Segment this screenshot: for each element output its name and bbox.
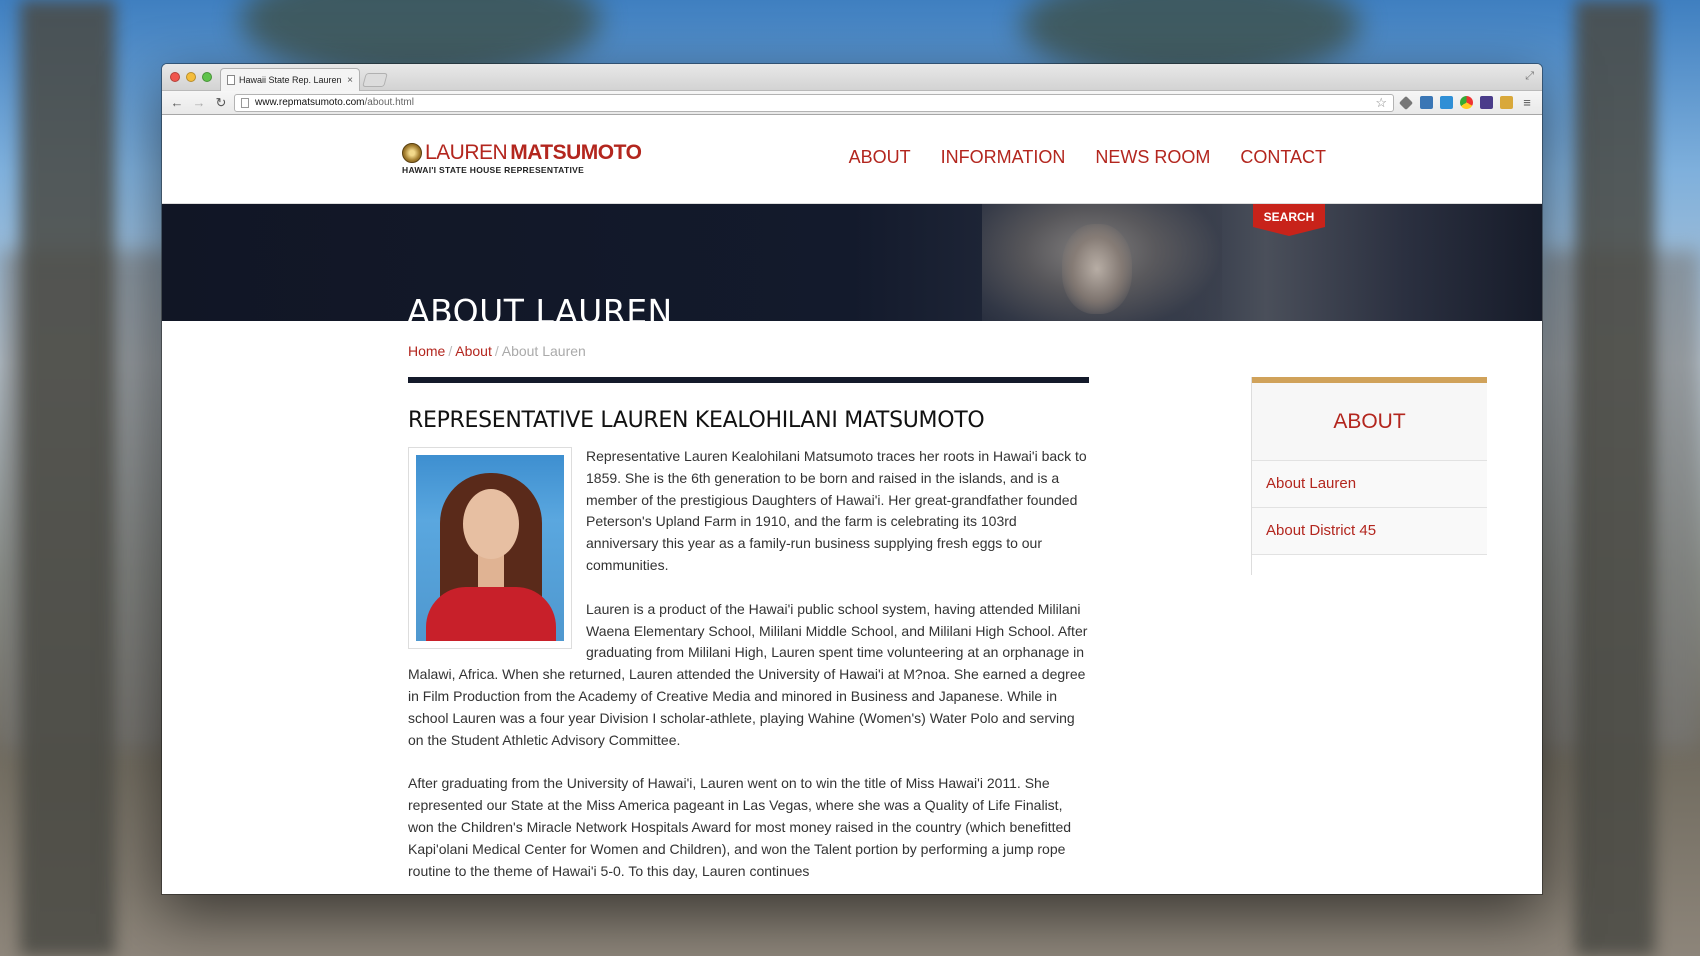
extension-icon[interactable] bbox=[1438, 96, 1454, 110]
portrait-image bbox=[416, 455, 564, 641]
portrait-face bbox=[463, 489, 519, 559]
browser-window: Hawaii State Rep. Lauren M × ⤢ ← → ↻ www… bbox=[162, 64, 1542, 894]
wrench-icon[interactable] bbox=[1398, 95, 1414, 110]
hero-banner: SEARCH ABOUT LAUREN bbox=[162, 204, 1542, 321]
logo-last-name: MATSUMOTO bbox=[510, 141, 642, 164]
chrome-extension-icon[interactable] bbox=[1458, 96, 1474, 110]
site-header: LAUREN MATSUMOTO HAWAI'I STATE HOUSE REPR… bbox=[162, 115, 1542, 204]
breadcrumb-separator: / bbox=[448, 343, 453, 359]
extension-icon[interactable] bbox=[1498, 96, 1514, 110]
state-seal-icon bbox=[402, 143, 422, 163]
site-logo[interactable]: LAUREN MATSUMOTO HAWAI'I STATE HOUSE REPR… bbox=[402, 141, 642, 175]
nav-contact[interactable]: CONTACT bbox=[1240, 147, 1326, 168]
extension-icon[interactable] bbox=[1478, 96, 1494, 110]
tab-title: Hawaii State Rep. Lauren M bbox=[239, 75, 344, 85]
search-button[interactable]: SEARCH bbox=[1253, 204, 1325, 236]
background-palm-trunk bbox=[20, 0, 115, 956]
menu-icon[interactable]: ≡ bbox=[1518, 95, 1536, 110]
page-icon bbox=[241, 97, 249, 108]
window-controls bbox=[170, 72, 212, 82]
logo-first-name: LAUREN bbox=[425, 141, 508, 164]
url-host: www.repmatsumoto.com bbox=[255, 97, 365, 108]
close-tab-icon[interactable]: × bbox=[347, 75, 353, 86]
browser-titlebar: Hawaii State Rep. Lauren M × ⤢ bbox=[162, 64, 1542, 91]
sidebar: ABOUT About Lauren About District 45 bbox=[1251, 377, 1487, 575]
breadcrumb: Home / About / About Lauren bbox=[408, 343, 586, 359]
sidebar-title: ABOUT bbox=[1252, 383, 1487, 461]
browser-toolbar: ← → ↻ www.repmatsumoto.com/about.html ☆ … bbox=[162, 91, 1542, 115]
page-title: ABOUT LAUREN bbox=[407, 292, 673, 321]
extension-icon[interactable] bbox=[1418, 96, 1434, 110]
portrait-jacket bbox=[426, 587, 556, 641]
background-palm-trunk bbox=[1575, 0, 1655, 956]
nav-about[interactable]: ABOUT bbox=[849, 147, 911, 168]
logo-subtitle: HAWAI'I STATE HOUSE REPRESENTATIVE bbox=[402, 165, 585, 175]
forward-button[interactable]: → bbox=[190, 95, 208, 110]
breadcrumb-home[interactable]: Home bbox=[408, 343, 445, 359]
page-icon bbox=[227, 75, 235, 85]
fullscreen-icon[interactable]: ⤢ bbox=[1525, 70, 1534, 83]
web-page: LAUREN MATSUMOTO HAWAI'I STATE HOUSE REPR… bbox=[162, 115, 1542, 894]
breadcrumb-separator: / bbox=[494, 343, 499, 359]
nav-information[interactable]: INFORMATION bbox=[941, 147, 1066, 168]
close-window-button[interactable] bbox=[170, 72, 180, 82]
portrait-photo bbox=[408, 447, 572, 649]
main-content: REPRESENTATIVE LAUREN KEALOHILANI MATSUM… bbox=[408, 377, 1089, 882]
minimize-window-button[interactable] bbox=[186, 72, 196, 82]
reload-button[interactable]: ↻ bbox=[212, 95, 230, 111]
url-text: www.repmatsumoto.com/about.html bbox=[255, 97, 414, 108]
zoom-window-button[interactable] bbox=[202, 72, 212, 82]
sidebar-item-about-lauren[interactable]: About Lauren bbox=[1252, 461, 1487, 508]
breadcrumb-current: About Lauren bbox=[501, 343, 586, 359]
bio-paragraph: After graduating from the University of … bbox=[408, 775, 1072, 879]
content-heading: REPRESENTATIVE LAUREN KEALOHILANI MATSUM… bbox=[408, 408, 985, 433]
logo-wordmark: LAUREN MATSUMOTO bbox=[402, 141, 642, 165]
address-bar[interactable]: www.repmatsumoto.com/about.html ☆ bbox=[234, 93, 1394, 112]
nav-news-room[interactable]: NEWS ROOM bbox=[1095, 147, 1210, 168]
sidebar-item-about-district-45[interactable]: About District 45 bbox=[1252, 508, 1487, 555]
content-divider bbox=[408, 377, 1089, 383]
hero-portrait bbox=[1062, 224, 1132, 314]
main-nav: ABOUT INFORMATION NEWS ROOM CONTACT bbox=[849, 147, 1326, 168]
breadcrumb-about[interactable]: About bbox=[455, 343, 492, 359]
new-tab-button[interactable] bbox=[362, 73, 388, 87]
bookmark-star-icon[interactable]: ☆ bbox=[1375, 95, 1387, 111]
browser-tab[interactable]: Hawaii State Rep. Lauren M × bbox=[220, 68, 360, 91]
url-path: /about.html bbox=[364, 97, 414, 108]
back-button[interactable]: ← bbox=[168, 95, 186, 110]
